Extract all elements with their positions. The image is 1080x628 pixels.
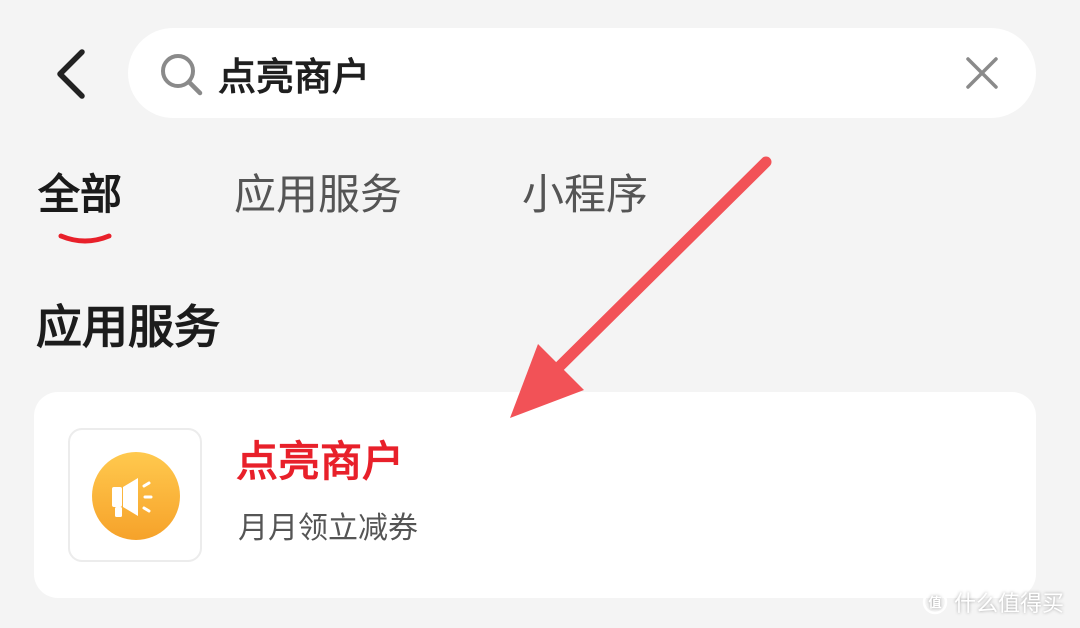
- chevron-left-icon: [57, 49, 85, 99]
- tab-mini-programs[interactable]: 小程序: [522, 160, 648, 230]
- search-icon: [161, 54, 203, 96]
- close-icon[interactable]: [964, 55, 1000, 91]
- result-title: 点亮商户: [236, 437, 405, 486]
- section-title: 应用服务: [36, 300, 220, 354]
- result-subtitle: 月月领立减券: [238, 511, 418, 546]
- tab-all[interactable]: 全部: [38, 160, 122, 230]
- watermark: 值 什么值得买: [922, 586, 1064, 618]
- search-input[interactable]: [218, 42, 938, 104]
- megaphone-icon: [92, 452, 180, 540]
- tab-bar: 全部 应用服务 小程序: [0, 160, 1080, 250]
- watermark-logo-icon: 值: [922, 589, 948, 615]
- tab-active-indicator: [58, 233, 112, 244]
- result-card[interactable]: 点亮商户 月月领立减券: [34, 392, 1036, 598]
- watermark-text: 什么值得买: [953, 592, 1064, 617]
- tab-app-services[interactable]: 应用服务: [234, 160, 402, 230]
- svg-text:值: 值: [928, 595, 941, 611]
- search-bar: [128, 28, 1036, 118]
- back-button[interactable]: [42, 44, 98, 104]
- app-icon-frame: [68, 428, 202, 562]
